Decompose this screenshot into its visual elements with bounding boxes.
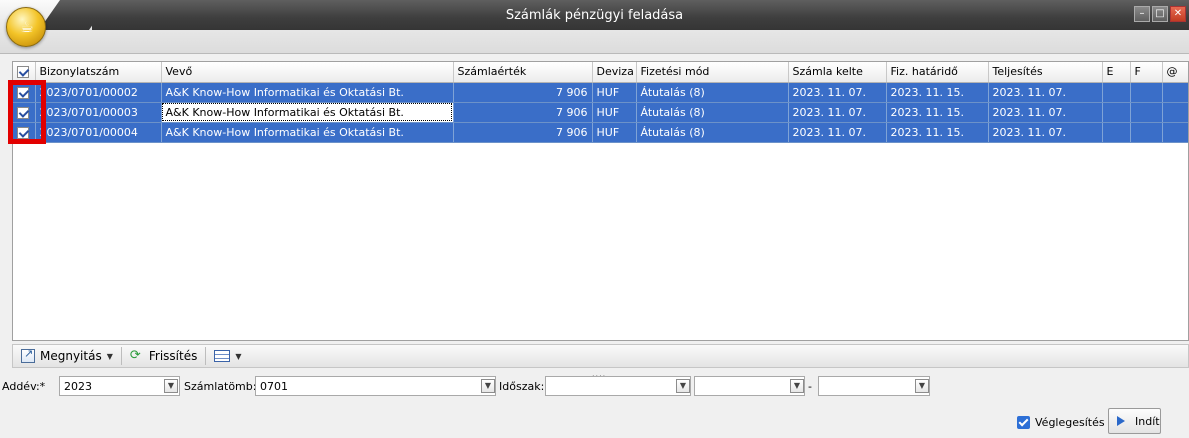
date-to-chevron-icon[interactable]: ▼	[915, 379, 929, 393]
table-row[interactable]: 2023/0701/00004 A&K Know-How Informatika…	[13, 122, 1188, 143]
open-button[interactable]: Megnyitás ▼	[13, 345, 121, 367]
cell-vevo: A&K Know-How Informatikai és Oktatási Bt…	[161, 82, 454, 103]
chevron-down-icon[interactable]: ▼	[107, 352, 113, 361]
close-button[interactable]: ✕	[1170, 6, 1186, 22]
col-header-at[interactable]: @	[1162, 62, 1188, 83]
window-controls: – □ ✕	[1134, 6, 1186, 22]
highlight-annotation-box	[8, 80, 46, 144]
cell-at	[1162, 122, 1188, 143]
title-bar: Számlák pénzügyi feladása ☕ – □ ✕	[0, 0, 1189, 54]
table-row[interactable]: 2023/0701/00003 A&K Know-How Informatika…	[13, 102, 1188, 123]
cell-f	[1130, 102, 1163, 123]
year-select[interactable]: 2023	[59, 376, 180, 396]
refresh-button-label: Frissítés	[148, 349, 198, 363]
header-row: Bizonylatszám Vevő Számlaérték Deviza Fi…	[13, 62, 1188, 83]
cell-szamlaertek: 7 906	[453, 82, 593, 103]
invoice-table: Bizonylatszám Vevő Számlaérték Deviza Fi…	[13, 62, 1188, 143]
invoice-grid[interactable]: Bizonylatszám Vevő Számlaérték Deviza Fi…	[12, 61, 1189, 341]
cell-fizetesi-mod: Átutalás (8)	[636, 102, 789, 123]
chevron-down-icon: ▼	[235, 351, 242, 361]
cell-fizetesi-mod: Átutalás (8)	[636, 82, 789, 103]
grid-toolbar: Megnyitás ▼ ⟳ Frissítés ▼	[12, 344, 1189, 368]
date-from-input[interactable]	[694, 376, 805, 396]
open-document-icon	[21, 347, 35, 363]
col-header-fizetesi-mod[interactable]: Fizetési mód	[636, 62, 789, 83]
cell-deviza: HUF	[592, 82, 637, 103]
cell-fiz-hatarido: 2023. 11. 15.	[886, 102, 989, 123]
period-label: Időszak:	[499, 380, 545, 393]
maximize-button[interactable]: □	[1152, 6, 1168, 22]
cell-teljesites: 2023. 11. 07.	[988, 82, 1103, 103]
start-button-label: Indít	[1135, 414, 1160, 428]
col-header-szamlaertek[interactable]: Számlaérték	[453, 62, 593, 83]
year-dropdown-chevron-icon[interactable]: ▼	[164, 379, 178, 393]
minimize-button[interactable]: –	[1134, 6, 1150, 22]
cell-e	[1102, 102, 1131, 123]
filter-bar: Addév:* 2023 ▼ Számlatömb:* 0701 ▼ Idősz…	[0, 376, 1189, 398]
invoice-block-label: Számlatömb:*	[184, 380, 262, 393]
cell-bizonylatszam: 2023/0701/00004	[35, 122, 162, 143]
col-header-e[interactable]: E	[1102, 62, 1131, 83]
cell-szamla-kelte: 2023. 11. 07.	[788, 82, 887, 103]
cell-fiz-hatarido: 2023. 11. 15.	[886, 122, 989, 143]
grid-settings-icon	[214, 350, 231, 362]
select-all-checkbox[interactable]	[13, 62, 36, 83]
cell-e	[1102, 122, 1131, 143]
start-button[interactable]: Indít	[1108, 408, 1161, 434]
col-header-teljesites[interactable]: Teljesítés	[988, 62, 1103, 83]
period-dropdown-chevron-icon[interactable]: ▼	[676, 379, 690, 393]
year-label: Addév:*	[2, 380, 46, 393]
cell-fizetesi-mod: Átutalás (8)	[636, 122, 789, 143]
date-range-dash: -	[808, 380, 812, 393]
invoice-block-dropdown-chevron-icon[interactable]: ▼	[481, 379, 495, 393]
refresh-icon: ⟳	[129, 348, 141, 363]
cell-e	[1102, 82, 1131, 103]
cell-szamla-kelte: 2023. 11. 07.	[788, 102, 887, 123]
cell-vevo: A&K Know-How Informatikai és Oktatási Bt…	[161, 122, 454, 143]
col-header-bizonylatszam[interactable]: Bizonylatszám	[35, 62, 162, 83]
cell-at	[1162, 82, 1188, 103]
finalize-label: Véglegesítés	[1035, 416, 1105, 429]
col-header-vevo[interactable]: Vevő	[161, 62, 454, 83]
finalize-checkbox[interactable]: Véglegesítés	[1017, 416, 1105, 429]
cell-deviza: HUF	[592, 102, 637, 123]
cell-fiz-hatarido: 2023. 11. 15.	[886, 82, 989, 103]
grid-settings-button[interactable]: ▼	[206, 345, 249, 367]
cell-vevo[interactable]: A&K Know-How Informatikai és Oktatási Bt…	[161, 102, 454, 123]
check-icon	[17, 66, 29, 79]
cell-bizonylatszam: 2023/0701/00003	[35, 102, 162, 123]
cell-szamla-kelte: 2023. 11. 07.	[788, 122, 887, 143]
refresh-button[interactable]: ⟳ Frissítés	[122, 345, 205, 367]
cell-at	[1162, 102, 1188, 123]
cell-teljesites: 2023. 11. 07.	[988, 102, 1103, 123]
cell-szamlaertek: 7 906	[453, 122, 593, 143]
cell-f	[1130, 82, 1163, 103]
app-menu-orb-button[interactable]: ☕	[6, 7, 46, 47]
col-header-fiz-hatarido[interactable]: Fiz. határidő	[886, 62, 989, 83]
cell-f	[1130, 122, 1163, 143]
open-button-label: Megnyitás	[40, 349, 102, 363]
col-header-deviza[interactable]: Deviza	[592, 62, 637, 83]
invoice-block-select[interactable]: 0701	[255, 376, 496, 396]
col-header-szamla-kelte[interactable]: Számla kelte	[788, 62, 887, 83]
period-select[interactable]	[545, 376, 691, 396]
col-header-f[interactable]: F	[1130, 62, 1163, 83]
app-logo-icon: ☕	[20, 18, 34, 36]
date-to-input[interactable]	[818, 376, 930, 396]
cell-bizonylatszam: 2023/0701/00002	[35, 82, 162, 103]
cell-teljesites: 2023. 11. 07.	[988, 122, 1103, 143]
cell-deviza: HUF	[592, 122, 637, 143]
date-from-chevron-icon[interactable]: ▼	[790, 379, 804, 393]
window-title: Számlák pénzügyi feladása	[505, 8, 684, 23]
play-icon	[1117, 416, 1125, 426]
cell-szamlaertek: 7 906	[453, 102, 593, 123]
checkbox-checked-icon	[1017, 416, 1030, 429]
table-row[interactable]: 2023/0701/00002 A&K Know-How Informatika…	[13, 82, 1188, 103]
